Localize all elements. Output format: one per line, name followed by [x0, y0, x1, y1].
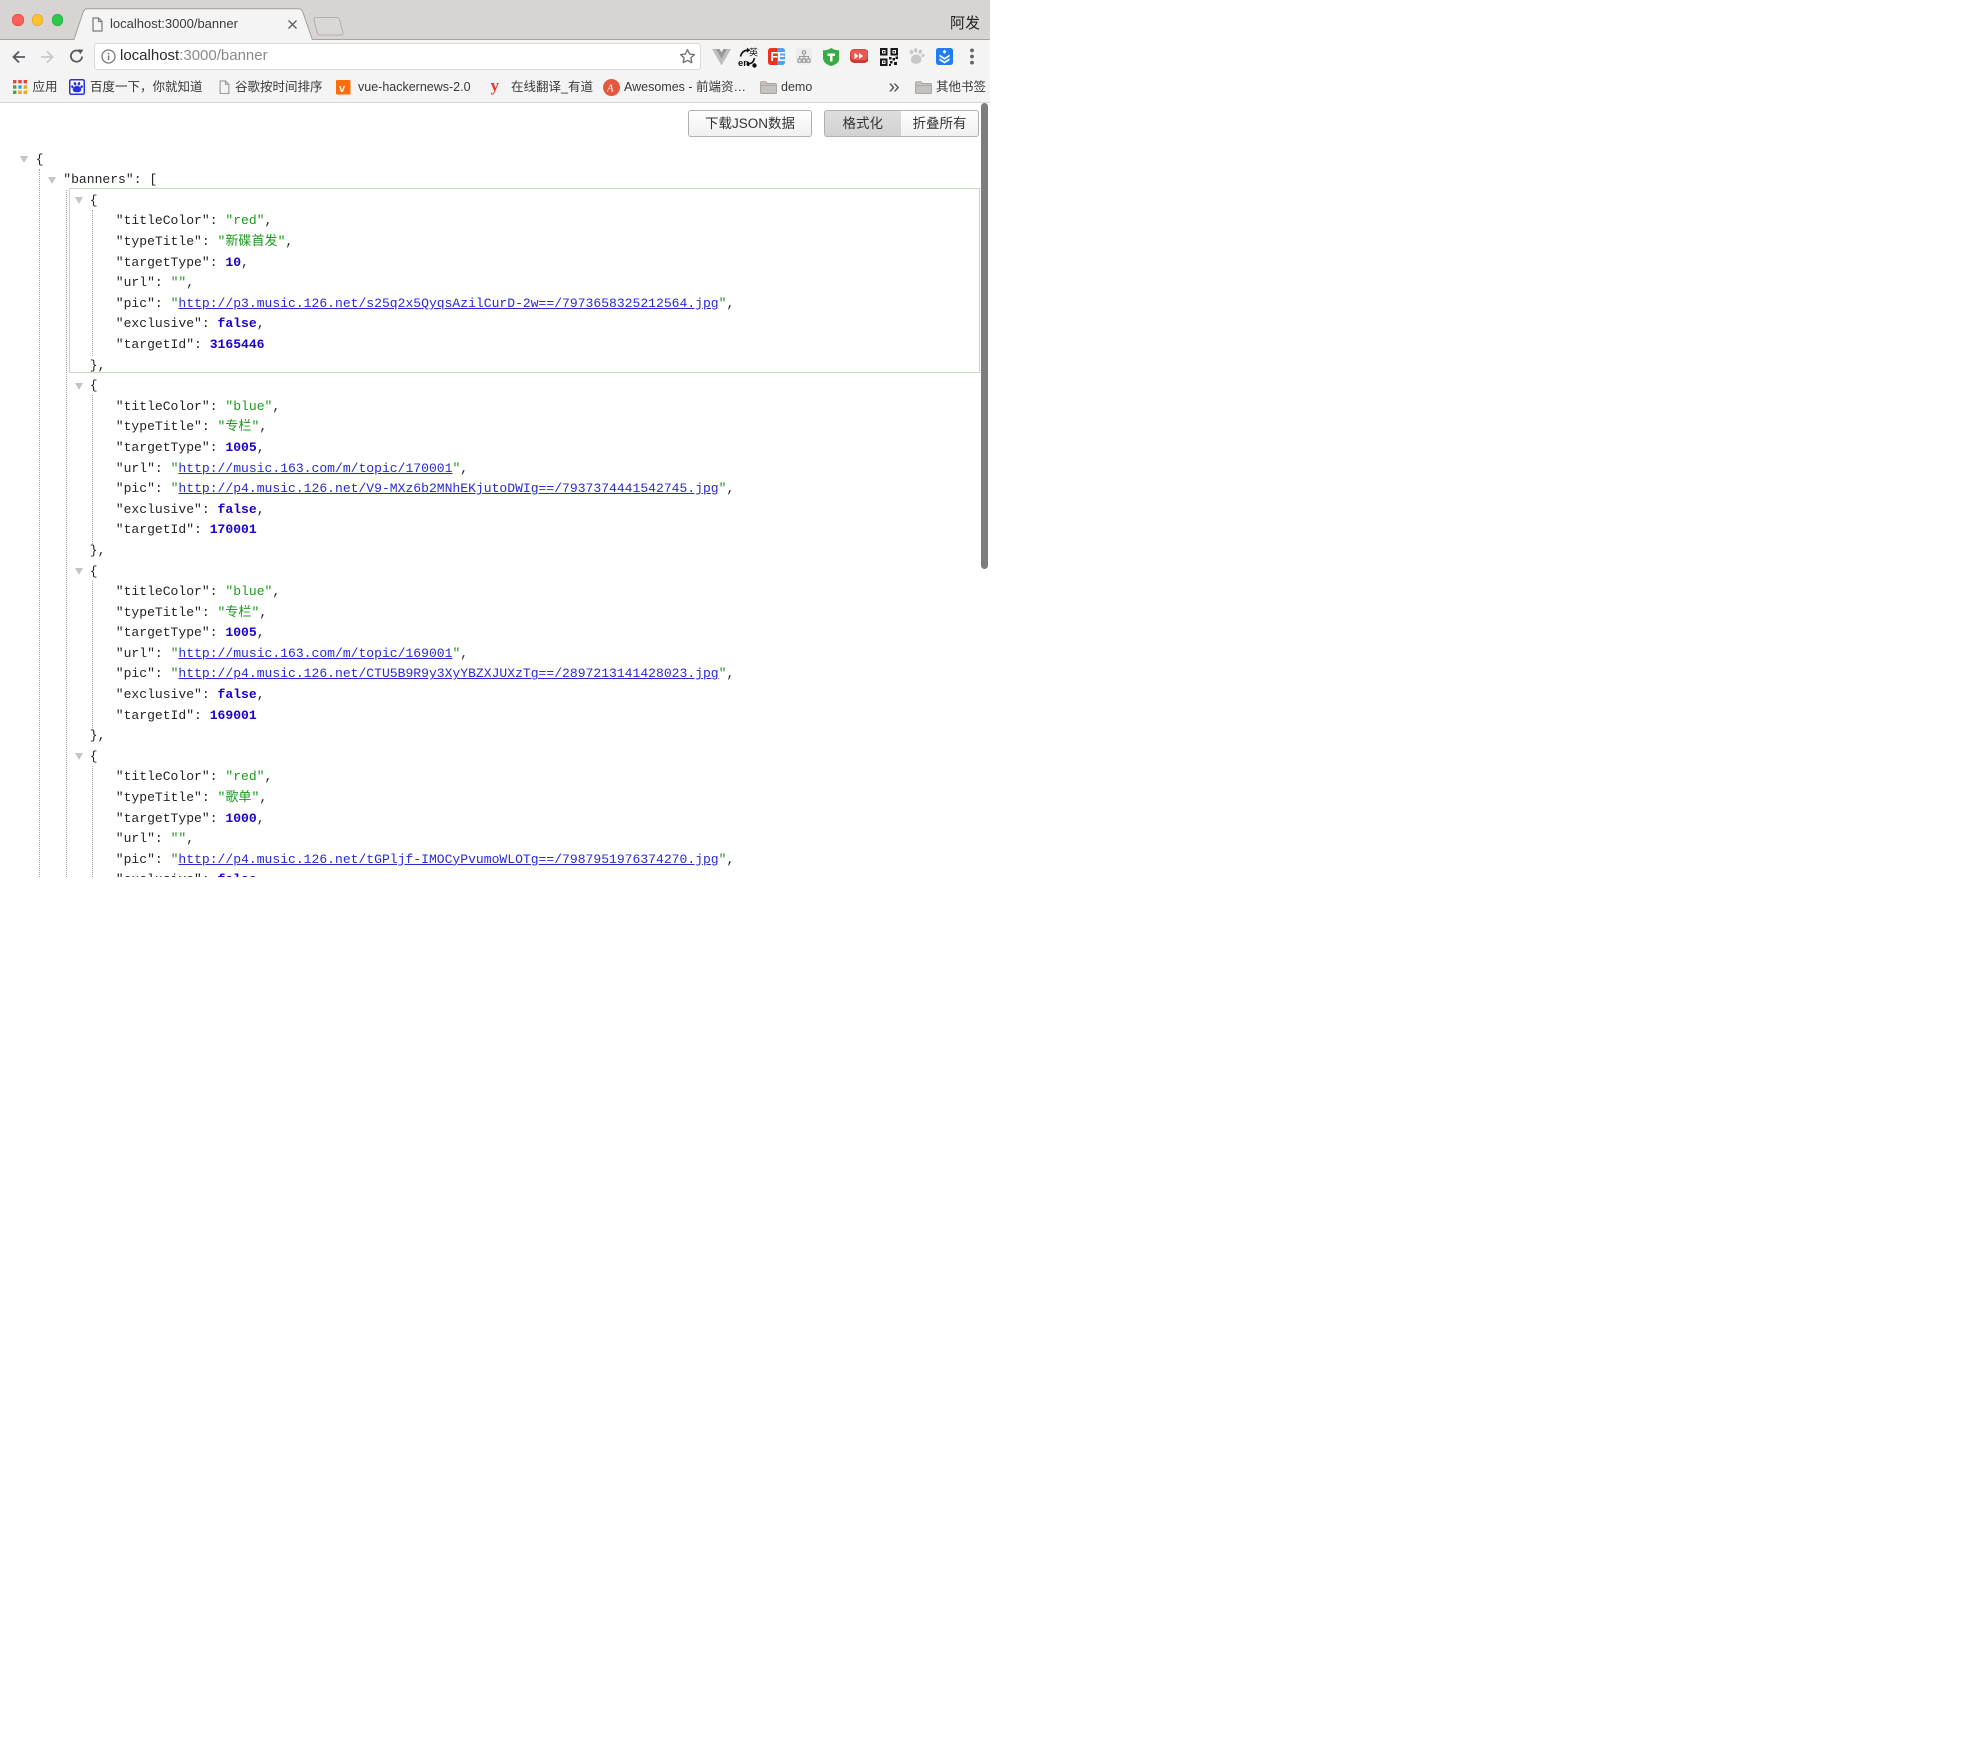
svg-text:A: A — [606, 83, 614, 94]
svg-text:英: 英 — [749, 47, 758, 58]
svg-text:E: E — [777, 50, 785, 64]
svg-text:y: y — [491, 78, 500, 95]
svg-text:v: v — [339, 83, 346, 95]
